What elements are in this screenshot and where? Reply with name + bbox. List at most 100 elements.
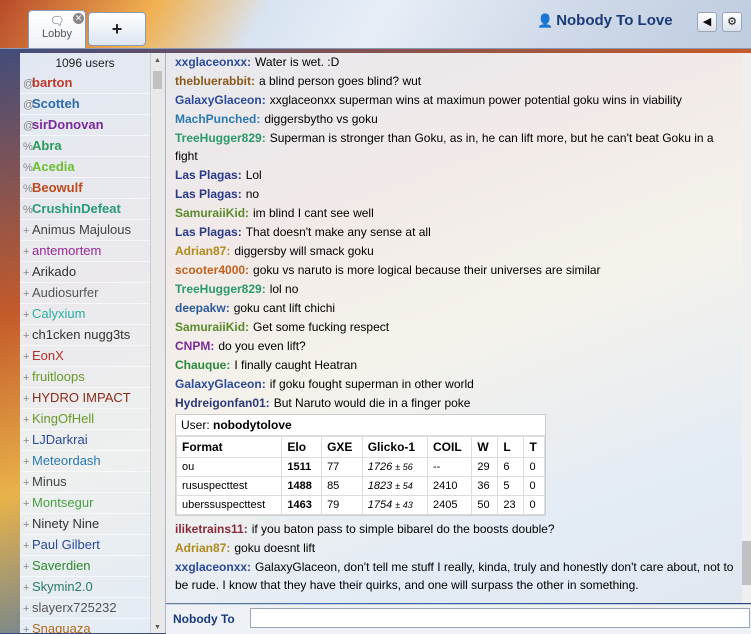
chat-message: MachPunched: diggersbytho vs goku bbox=[175, 110, 734, 128]
chat-username[interactable]: Chauque: bbox=[175, 358, 230, 372]
user-list-item[interactable]: + HYDRO IMPACT bbox=[20, 388, 150, 409]
chat-username[interactable]: Las Plagas: bbox=[175, 225, 242, 239]
glicko-deviation: ± 56 bbox=[395, 462, 413, 472]
top-bar: 🗨 Lobby ✕ + 👤 Nobody To Love ◀ ⚙ bbox=[0, 0, 751, 49]
user-name: ch1cken nugg3ts bbox=[32, 327, 131, 342]
settings-button[interactable]: ⚙ bbox=[722, 12, 742, 32]
user-list-item[interactable]: + LJDarkrai bbox=[20, 430, 150, 451]
table-cell: 1463 bbox=[281, 495, 323, 515]
user-list-item[interactable]: @barton bbox=[20, 73, 150, 94]
user-rank: + bbox=[23, 498, 30, 510]
user-list-item[interactable]: + Snaquaza bbox=[20, 619, 150, 633]
chat-username[interactable]: CNPM: bbox=[175, 339, 214, 353]
user-rank: % bbox=[23, 162, 33, 174]
user-name: CrushinDefeat bbox=[32, 201, 121, 216]
user-list: 1096 users @barton @Scotteh @sirDonovan %Ab… bbox=[20, 53, 166, 633]
chat-username[interactable]: scooter4000: bbox=[175, 263, 249, 277]
chat-username[interactable]: Adrian87: bbox=[175, 541, 230, 555]
chat-username[interactable]: GalaxyGlaceon: bbox=[175, 377, 266, 391]
chat-username[interactable]: MachPunched: bbox=[175, 112, 260, 126]
user-name: Saverdien bbox=[32, 558, 91, 573]
user-list-item[interactable]: + KingOfHell bbox=[20, 409, 150, 430]
user-list-item[interactable]: + slayerx725232 bbox=[20, 598, 150, 619]
chat-username[interactable]: deepakw: bbox=[175, 301, 230, 315]
chat-message: Adrian87: diggersby will smack goku bbox=[175, 242, 734, 260]
sound-button[interactable]: ◀ bbox=[697, 12, 717, 32]
user-name: LJDarkrai bbox=[32, 432, 88, 447]
user-list-item[interactable]: + Animus Majulous bbox=[20, 220, 150, 241]
user-list-item[interactable]: @sirDonovan bbox=[20, 115, 150, 136]
user-list-item[interactable]: + Calyxium bbox=[20, 304, 150, 325]
chat-username[interactable]: iliketrains11: bbox=[175, 522, 248, 536]
chat-username[interactable]: xxglaceonxx: bbox=[175, 55, 251, 69]
chat-username[interactable]: SamuraiiKid: bbox=[175, 320, 249, 334]
user-rank: + bbox=[23, 225, 30, 237]
chat-username[interactable]: Hydreigonfan01: bbox=[175, 396, 270, 410]
chat-username[interactable]: TreeHugger829: bbox=[175, 282, 266, 296]
chat-text: diggersby will smack goku bbox=[234, 244, 374, 258]
table-cell: 1823 ± 54 bbox=[361, 476, 429, 496]
user-name: Acedia bbox=[32, 159, 75, 174]
chat-message: xxglaceonxx: GalaxyGlaceon, don't tell me… bbox=[175, 558, 734, 594]
chat-username[interactable]: Las Plagas: bbox=[175, 168, 242, 182]
user-list-item[interactable]: + antemortem bbox=[20, 241, 150, 262]
scrollbar-thumb[interactable] bbox=[742, 541, 751, 585]
chatbar-username: Nobody To bbox=[173, 612, 235, 626]
scroll-up-icon[interactable]: ▲ bbox=[154, 57, 161, 64]
chat-message: scooter4000: goku vs naruto is more logic… bbox=[175, 261, 734, 279]
user-list-item[interactable]: + Skymin2.0 bbox=[20, 577, 150, 598]
chat-username[interactable]: Las Plagas: bbox=[175, 187, 242, 201]
table-header-cell: COIL bbox=[427, 436, 473, 458]
user-list-item[interactable]: + Paul Gilbert bbox=[20, 535, 150, 556]
tab-lobby[interactable]: 🗨 Lobby ✕ bbox=[28, 10, 86, 48]
user-list-item[interactable]: + Montsegur bbox=[20, 493, 150, 514]
chat-username[interactable]: SamuraiiKid: bbox=[175, 206, 249, 220]
rank-table: User: nobodytolove Format Elo GXE Glicko-1 C… bbox=[175, 414, 546, 516]
user-name: slayerx725232 bbox=[32, 600, 117, 615]
user-name: Calyxium bbox=[32, 306, 86, 321]
user-rank: @ bbox=[23, 99, 35, 111]
current-user[interactable]: 👤 Nobody To Love bbox=[537, 12, 673, 32]
user-list-item[interactable]: %Beowulf bbox=[20, 178, 150, 199]
user-list-item[interactable]: %CrushinDefeat bbox=[20, 199, 150, 220]
user-name: KingOfHell bbox=[32, 411, 95, 426]
user-list-scrollbar[interactable]: ▲ ▼ bbox=[150, 53, 165, 633]
chat-input[interactable] bbox=[250, 608, 750, 628]
chat-text: Lol bbox=[245, 168, 262, 182]
chat-username[interactable]: GalaxyGlaceon: bbox=[175, 93, 266, 107]
close-icon[interactable]: ✕ bbox=[73, 13, 84, 24]
scrollbar-thumb[interactable] bbox=[153, 71, 162, 89]
table-header-row: Format Elo GXE Glicko-1 COIL W L T bbox=[175, 436, 545, 458]
user-rank: % bbox=[23, 141, 33, 153]
user-list-item[interactable]: + Arikado bbox=[20, 262, 150, 283]
chat-scrollbar[interactable] bbox=[742, 53, 751, 603]
user-list-item[interactable]: + Meteordash bbox=[20, 451, 150, 472]
chat-username[interactable]: thebluerabbit: bbox=[175, 74, 255, 88]
user-name: Ninety Nine bbox=[32, 516, 100, 531]
user-list-item[interactable]: + Minus bbox=[20, 472, 150, 493]
user-list-item[interactable]: @Scotteh bbox=[20, 94, 150, 115]
user-list-item[interactable]: + Audiosurfer bbox=[20, 283, 150, 304]
user-name: antemortem bbox=[32, 243, 102, 258]
user-list-item[interactable]: + EonX bbox=[20, 346, 150, 367]
user-list-item[interactable]: + ch1cken nugg3ts bbox=[20, 325, 150, 346]
user-list-item[interactable]: + fruitloops bbox=[20, 367, 150, 388]
user-list-item[interactable]: + Ninety Nine bbox=[20, 514, 150, 535]
table-cell: 0 bbox=[523, 476, 545, 496]
chat-message: GalaxyGlaceon: if goku fought superman in… bbox=[175, 375, 734, 393]
chat-username[interactable]: TreeHugger829: bbox=[175, 131, 266, 145]
chat-message: Chauque: I finally caught Heatran bbox=[175, 356, 734, 374]
table-header-cell: Format bbox=[175, 436, 283, 458]
user-rank: + bbox=[23, 603, 30, 615]
user-list-item[interactable]: %Abra bbox=[20, 136, 150, 157]
user-list-item[interactable]: + Saverdien bbox=[20, 556, 150, 577]
table-row: uberssuspecttest 1463 79 1754 ± 43 2405 50 23 0 bbox=[175, 495, 545, 515]
chat-username[interactable]: xxglaceonxx: bbox=[175, 560, 251, 574]
chat-username[interactable]: Adrian87: bbox=[175, 244, 230, 258]
glicko-value: 1726 bbox=[367, 461, 393, 473]
new-tab-button[interactable]: + bbox=[88, 12, 146, 46]
scroll-down-icon[interactable]: ▼ bbox=[154, 624, 161, 631]
username-label: Nobody To Love bbox=[556, 12, 673, 29]
chat-text: im blind I cant see well bbox=[253, 206, 374, 220]
user-list-item[interactable]: %Acedia bbox=[20, 157, 150, 178]
